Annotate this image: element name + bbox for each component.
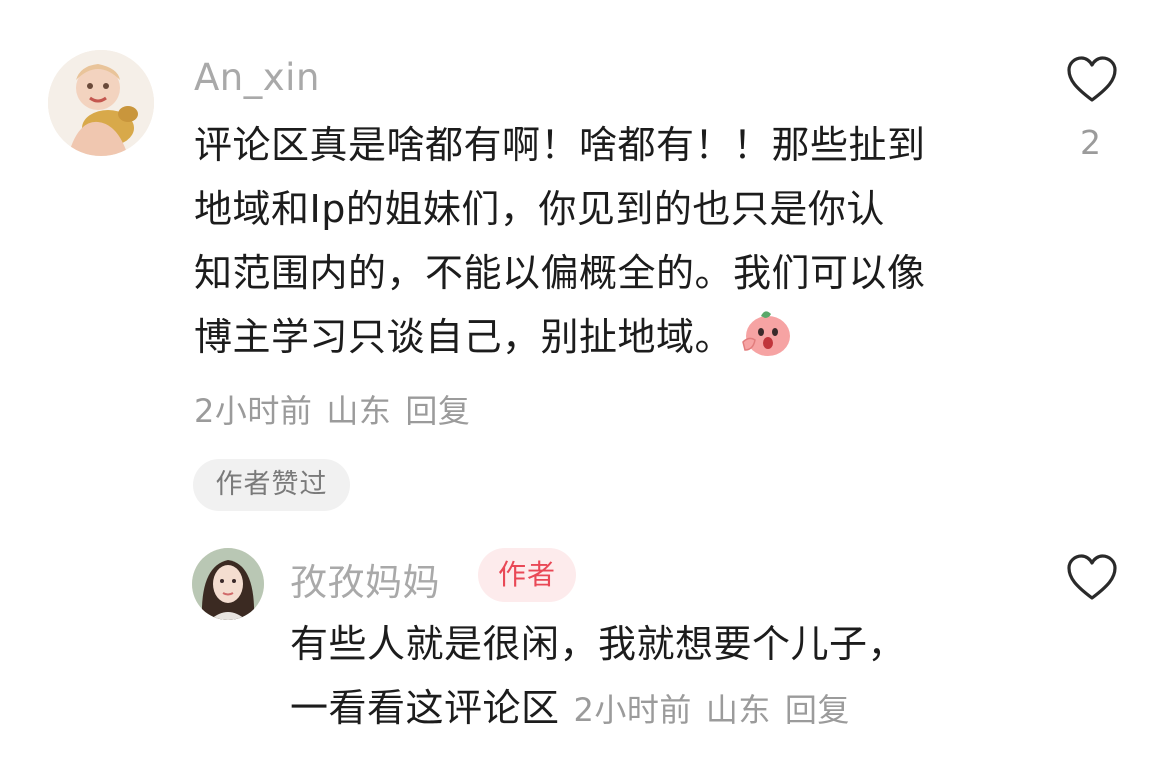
woman-avatar-icon	[192, 548, 264, 620]
reply-button[interactable]: 回复	[785, 691, 850, 729]
comment-line: 评论区真是啥都有啊！啥都有！！那些扯到	[194, 123, 926, 167]
location: 山东	[705, 691, 771, 729]
author-liked-badge: 作者赞过	[193, 459, 350, 511]
comment-line: 有些人就是很闲，我就想要个儿子，	[290, 622, 907, 666]
comment-line: 一看看这评论区 2小时前 山东 回复	[290, 676, 906, 742]
comment-meta: 2小时前 山东 回复	[194, 386, 470, 432]
location: 山东	[326, 392, 392, 430]
timestamp: 2小时前	[573, 691, 692, 729]
child-avatar-icon	[48, 50, 154, 156]
author-badge: 作者	[478, 548, 576, 602]
like-button[interactable]	[1066, 554, 1118, 602]
comment-text: 评论区真是啥都有啊！啥都有！！那些扯到 地域和Ip的姐妹们，你见到的也只是你认 …	[194, 113, 926, 369]
username[interactable]: An_xin	[194, 56, 320, 99]
comment-line: 地域和Ip的姐妹们，你见到的也只是你认	[194, 187, 885, 231]
reply-button[interactable]: 回复	[405, 392, 470, 430]
timestamp: 2小时前	[194, 392, 313, 430]
like-count: 2	[1080, 123, 1101, 162]
comment-line-text: 博主学习只谈自己，别扯地域。	[194, 315, 734, 359]
like-button[interactable]	[1066, 56, 1118, 104]
comment-line: 博主学习只谈自己，别扯地域。	[194, 305, 926, 369]
comment-line: 知范围内的，不能以偏概全的。我们可以像	[194, 251, 926, 295]
avatar[interactable]	[192, 548, 264, 620]
heart-icon	[1067, 554, 1117, 600]
comment-text: 有些人就是很闲，我就想要个儿子， 一看看这评论区 2小时前 山东 回复	[290, 612, 906, 742]
avatar[interactable]	[48, 50, 154, 156]
shouting-peach-emoji-icon	[739, 306, 793, 360]
comment-line-text: 一看看这评论区	[290, 686, 560, 730]
heart-icon	[1067, 56, 1117, 102]
comment-meta: 2小时前 山东 回复	[574, 691, 850, 729]
username[interactable]: 孜孜妈妈	[290, 552, 440, 606]
